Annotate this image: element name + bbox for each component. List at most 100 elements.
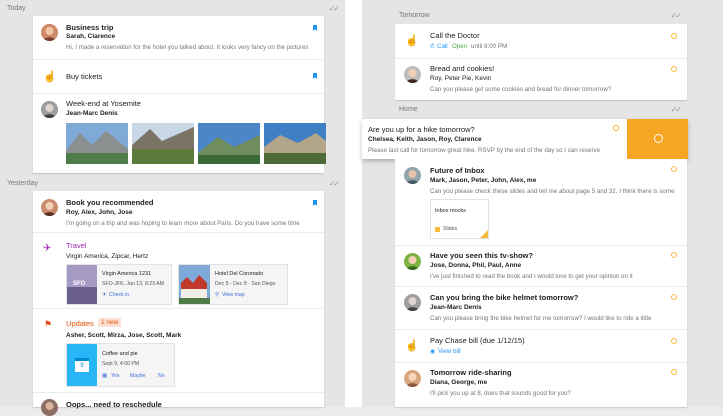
flight-card[interactable]: SFO Virgin America 1231 SFO-JFK, Jan 13,… [66, 264, 172, 305]
list-item-ride[interactable]: Tomorrow ride-sharing Diana, George, me … [395, 363, 687, 407]
reminder-hand-icon: ☝ [43, 71, 57, 83]
pin-icon[interactable] [313, 25, 317, 31]
flight-title: Virgin America 1231 [102, 271, 152, 277]
item-snippet: Can you please bring the bike helmet for… [430, 315, 652, 322]
item-people: Jean-Marc Denis [430, 304, 482, 311]
list-item-call-doctor[interactable]: ☝ Call the Doctor ✆ Call Open until 8:00… [395, 24, 687, 59]
section-header-home: Home ✓✓ [392, 101, 687, 117]
avatar [41, 399, 58, 416]
hotel-card[interactable]: Hotel Del Coronado Dec 5 - Dec 8 · San D… [178, 264, 288, 305]
item-snippet: I'm going on a trip and was hoping to le… [66, 220, 300, 227]
hotel-title: Hotel Del Coronado [215, 271, 264, 277]
bundle-updates[interactable]: ⚑ Updates 1 new Asher, Scott, Mirza, Jos… [33, 309, 324, 393]
airplane-icon: ✈ [43, 243, 52, 254]
item-title: Future of Inbox [430, 166, 485, 175]
airport-code: SFO [73, 281, 86, 287]
view-bill-link[interactable]: View bill [438, 348, 461, 355]
open-hours: until 8:00 PM [471, 43, 508, 50]
snooze-clock-icon[interactable] [613, 125, 619, 131]
right-pane: Tomorrow ✓✓ ☝ Call the Doctor ✆ Call Ope… [362, 0, 723, 407]
list-item-business-trip[interactable]: Business trip Sarah, Clarence Hi, I made… [33, 16, 324, 60]
event-card[interactable]: 9 Coffee and pie Sept 9, 4:00 PM ▦ Yes M… [66, 343, 175, 387]
list-item-buy-tickets[interactable]: ☝ Buy tickets [33, 60, 324, 94]
home-card: Future of Inbox Mark, Jason, Peter, John… [395, 159, 687, 407]
left-pane: Today ✓✓ Business trip Sarah, Clarence H… [0, 0, 345, 416]
map-pin-icon: ⚲ [215, 292, 220, 298]
list-item-bread[interactable]: Bread and cookies! Roy, Peter Pie, Kevin… [395, 59, 687, 100]
list-item-helmet[interactable]: Can you bring the bike helmet tomorrow? … [395, 287, 687, 330]
photo-thumbnail[interactable] [264, 123, 326, 164]
list-item-inbox[interactable]: Future of Inbox Mark, Jason, Peter, John… [395, 159, 687, 246]
list-item-oops[interactable]: Oops... need to reschedule [33, 393, 324, 416]
snooze-clock-icon[interactable] [671, 252, 677, 258]
item-snippet: Can you please get some cookies and brea… [430, 86, 612, 93]
bundle-label: Travel [66, 241, 87, 250]
sweep-done-icon[interactable]: ✓✓ [671, 105, 682, 114]
list-item-tvshow[interactable]: Have you seen this tv-show? Jose, Donna,… [395, 246, 687, 287]
snooze-clock-icon [654, 134, 663, 143]
photo-thumbnail[interactable] [66, 123, 128, 164]
avatar [404, 66, 421, 83]
sweep-done-icon[interactable]: ✓✓ [671, 11, 682, 20]
snooze-clock-icon[interactable] [671, 33, 677, 39]
snooze-clock-icon[interactable] [671, 369, 677, 375]
avatar [404, 370, 421, 387]
calendar-small-icon: ▦ [102, 373, 108, 379]
bundle-travel[interactable]: ✈ Travel Virgin America, Zipcar, Hertz S… [33, 233, 324, 309]
rsvp-no-button[interactable]: No [158, 373, 165, 379]
sweep-done-icon[interactable]: ✓✓ [329, 4, 340, 13]
item-title: Week-end at Yosemite [66, 99, 141, 108]
item-people: Sarah, Clarence [66, 33, 116, 40]
item-snippet: Please last call for tomorrow great hike… [368, 147, 601, 154]
new-badge: 1 new [98, 318, 122, 327]
hotel-dates: Dec 5 - Dec 8 · San Diego [215, 281, 276, 287]
pin-icon[interactable] [313, 73, 317, 79]
item-people: Roy, Alex, John, Jose [66, 209, 133, 216]
item-title: Pay Chase bill (due 1/12/15) [430, 336, 525, 345]
snooze-clock-icon[interactable] [671, 294, 677, 300]
reminder-hand-icon: ☝ [405, 340, 419, 352]
check-in-link[interactable]: Check in [109, 292, 129, 298]
flight-image: SFO [67, 265, 97, 304]
snooze-swipe-area[interactable] [627, 119, 688, 159]
attachment-type: Slides [443, 226, 458, 232]
list-item-book[interactable]: Book you recommended Roy, Alex, John, Jo… [33, 191, 324, 233]
list-item-chase[interactable]: ☝ Pay Chase bill (due 1/12/15) ◉ View bi… [395, 330, 687, 363]
section-label: Home [399, 105, 418, 113]
photo-thumbnail[interactable] [132, 123, 194, 164]
view-map-link[interactable]: View map [222, 292, 245, 298]
item-snippet: Hi, I made a reservation for the hotel y… [66, 44, 309, 51]
item-title: Bread and cookies! [430, 64, 495, 73]
flag-icon: ⚑ [44, 319, 53, 329]
item-title: Call the Doctor [430, 31, 480, 40]
rsvp-maybe-button[interactable]: Maybe [130, 373, 146, 379]
snooze-clock-icon[interactable] [671, 166, 677, 172]
attachment-title: Inbox mocks [435, 208, 466, 214]
section-label: Tomorrow [399, 11, 430, 19]
reminder-hand-icon: ☝ [405, 35, 419, 47]
section-label: Yesterday [7, 179, 38, 187]
open-status: Open [452, 43, 468, 50]
snooze-clock-icon[interactable] [671, 338, 677, 344]
list-item-hike-swiping[interactable]: Are you up for a hike tomorrow? Chelsea,… [362, 119, 688, 159]
snooze-clock-icon[interactable] [671, 66, 677, 72]
event-time: Sept 9, 4:00 PM [102, 361, 140, 367]
item-people: Jean-Marc Denis [66, 110, 118, 117]
yesterday-card: Book you recommended Roy, Alex, John, Jo… [33, 191, 324, 416]
item-people: Roy, Peter Pie, Kevin [430, 75, 492, 82]
photo-thumbnail[interactable] [198, 123, 260, 164]
sweep-done-icon[interactable]: ✓✓ [329, 179, 340, 188]
avatar [404, 253, 421, 270]
pin-icon[interactable] [313, 200, 317, 206]
phone-icon: ✆ [430, 44, 436, 50]
tomorrow-card: ☝ Call the Doctor ✆ Call Open until 8:00… [395, 24, 687, 100]
rsvp-yes-button[interactable]: Yes [111, 373, 119, 379]
airplane-small-icon: ✈ [102, 292, 107, 298]
list-item-yosemite[interactable]: Week-end at Yosemite Jean-Marc Denis [33, 94, 326, 173]
call-button[interactable]: Call [437, 43, 448, 50]
bundle-people: Virgin America, Zipcar, Hertz [66, 253, 149, 260]
item-people: Mark, Jason, Peter, John, Alex, me [430, 177, 537, 184]
attachment-card[interactable]: Inbox mocks Slides [430, 199, 489, 239]
bundle-label: Updates [66, 319, 94, 328]
avatar [404, 294, 421, 311]
